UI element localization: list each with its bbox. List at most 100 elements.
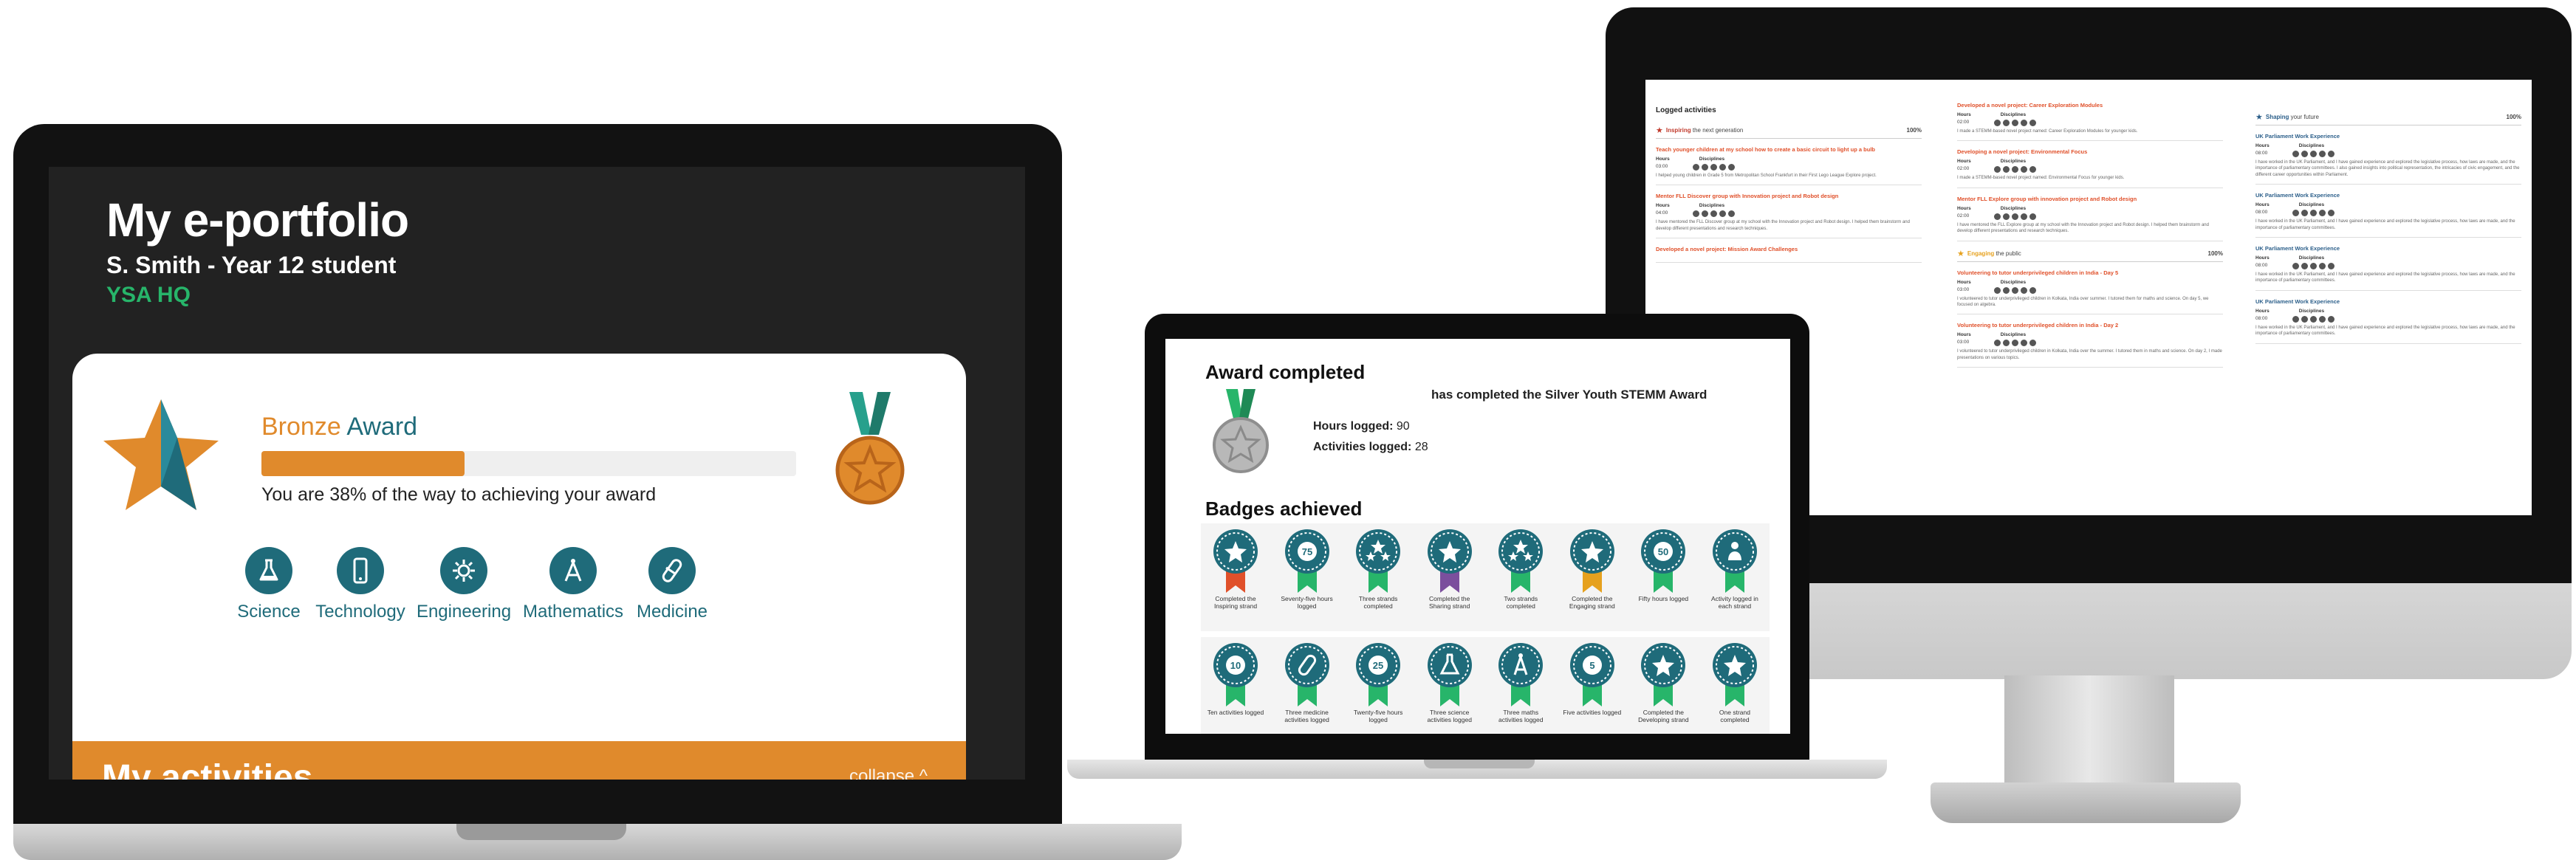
discipline-label: Technology: [315, 602, 405, 622]
badge: Three science activities logged: [1419, 640, 1480, 734]
logged-activity-item[interactable]: Teach younger children at my school how …: [1656, 143, 1922, 186]
discipline-icons: [1994, 166, 2037, 173]
badge-icon: [1641, 643, 1686, 706]
organisation-name: YSA HQ: [106, 283, 191, 307]
badge: Completed the Inspiring strand: [1205, 526, 1266, 628]
logged-activity-item[interactable]: Developed a novel project: Career Explor…: [1957, 99, 2223, 142]
badge: 50 Fifty hours logged: [1633, 526, 1693, 628]
my-activities-title: My activities: [102, 758, 313, 780]
discipline-mathematics[interactable]: Mathematics: [523, 547, 623, 622]
activity-hours: 03:00: [1656, 164, 1668, 169]
badge: 25 Twenty-five hours logged: [1348, 640, 1408, 734]
activity-meta-values: 03:00: [1656, 164, 1922, 171]
badge-caption: Completed the Developing strand: [1638, 709, 1689, 723]
hours-label: Hours: [1957, 112, 1971, 117]
activity-title: Teach younger children at my school how …: [1656, 146, 1875, 153]
large-laptop-notch: [456, 824, 626, 840]
activity-hours: 04:00: [1656, 210, 1668, 216]
activity-title: Mentor FLL Discover group with Innovatio…: [1656, 193, 1839, 200]
hours-label: Hours: [1656, 156, 1670, 162]
activity-description: I have worked in the UK Parliament, and …: [2255, 325, 2515, 337]
discipline-icons: [1693, 164, 1736, 171]
activity-meta-labels: Hours Disciplines: [2255, 309, 2521, 314]
badge: Completed the Engaging strand: [1562, 526, 1623, 628]
activity-meta-values: 03:00: [1957, 340, 2223, 347]
device-mockup-stage: Logged activities ★ Inspiring the next ge…: [0, 0, 2576, 860]
badge-caption: Three science activities logged: [1427, 709, 1472, 723]
badge-icon: [1712, 643, 1757, 706]
small-laptop: Award completed has completed the Silver…: [1067, 314, 1887, 786]
badge: 10 Ten activities logged: [1205, 640, 1266, 734]
award-progress-fill: [261, 451, 465, 476]
activity-description: I have worked in the UK Parliament, and …: [2255, 219, 2515, 230]
award-progress-text: You are 38% of the way to achieving your…: [261, 484, 657, 505]
badge-caption: Two strands completed: [1504, 595, 1538, 610]
discipline-icons: [1994, 340, 2037, 347]
page-title: My e-portfolio: [106, 193, 409, 247]
badges-row: Completed the Inspiring strand 75 Seventy-…: [1201, 523, 1770, 631]
activity-meta-labels: Hours Disciplines: [1656, 203, 1922, 208]
logged-activity-item[interactable]: UK Parliament Work Experience Hours Discip…: [2255, 242, 2521, 291]
logged-activity-item[interactable]: Volunteering to tutor underprivileged ch…: [1957, 319, 2223, 368]
strand-star-icon: ★: [1656, 126, 1663, 135]
logged-activity-item[interactable]: Mentor FLL Explore group with innovation…: [1957, 193, 2223, 241]
badge-icon: [1427, 529, 1472, 593]
award-level: Bronze: [261, 413, 341, 441]
disciplines-label: Disciplines: [2000, 279, 2027, 285]
discipline-technology[interactable]: Technology: [315, 547, 405, 622]
hours-label: Hours: [1656, 203, 1670, 209]
logged-column-engaging: Developed a novel project: Career Explor…: [1957, 99, 2223, 372]
discipline-science[interactable]: Science: [225, 547, 313, 622]
activity-meta-values: 08:00: [2255, 210, 2521, 217]
activity-description: I helped young children in Grade 5 from …: [1656, 173, 1877, 178]
hours-label: Hours: [1957, 159, 1971, 165]
silver-medal-icon: [1213, 389, 1269, 473]
discipline-medicine[interactable]: Medicine: [628, 547, 716, 622]
strand-header: ★ Inspiring the next generation 100%: [1656, 123, 1922, 139]
logged-activity-item[interactable]: Developing a novel project: Environmenta…: [1957, 145, 2223, 188]
svg-text:5: 5: [1589, 660, 1594, 671]
badge-icon: [1498, 643, 1544, 706]
activity-hours: 02:00: [1957, 166, 1970, 172]
discipline-engineering[interactable]: Engineering: [416, 547, 512, 622]
logged-activity-item[interactable]: UK Parliament Work Experience Hours Discip…: [2255, 130, 2521, 185]
activity-title: Volunteering to tutor underprivileged ch…: [1957, 322, 2119, 329]
badge-icon: [1213, 529, 1258, 593]
badge-caption: Completed the Inspiring strand: [1213, 595, 1258, 610]
badge-icon: 5: [1569, 643, 1614, 706]
hours-label: Hours: [2255, 143, 2270, 148]
activity-title: UK Parliament Work Experience: [2255, 244, 2340, 252]
svg-text:50: 50: [1658, 546, 1668, 557]
badges-grid: Completed the Inspiring strand 75 Seventy-…: [1201, 523, 1770, 734]
activity-description: I have mentored the FLL Discover group a…: [1656, 220, 1910, 231]
activity-meta-labels: Hours Disciplines: [1957, 159, 2223, 164]
badge-icon: 50: [1641, 529, 1686, 593]
badge-caption: One strand completed: [1719, 709, 1750, 723]
logged-activity-item[interactable]: Volunteering to tutor underprivileged ch…: [1957, 266, 2223, 315]
badge-caption: Ten activities logged: [1207, 709, 1264, 716]
activity-title: Developed a novel project: Mission Award…: [1656, 246, 1798, 253]
strand-name: Inspiring the next generation: [1665, 127, 1744, 134]
activity-meta-labels: Hours Disciplines: [2255, 143, 2521, 148]
eportfolio-screen: My e-portfolio S. Smith - Year 12 studen…: [49, 167, 1025, 780]
small-laptop-notch: [1424, 760, 1535, 768]
badge-icon: 25: [1356, 643, 1401, 706]
hours-label: Hours: [1957, 279, 1971, 285]
disciplines-label: Disciplines: [2000, 112, 2027, 117]
badge-icon: [1356, 529, 1401, 593]
badge-caption: Three strands completed: [1358, 595, 1398, 610]
activity-hours: 08:00: [2255, 315, 2268, 321]
logged-activity-item[interactable]: UK Parliament Work Experience Hours Discip…: [2255, 295, 2521, 344]
strand-name: Shaping your future: [2265, 114, 2319, 120]
badge: Three medicine activities logged: [1277, 640, 1337, 734]
strand-percent: 100%: [2207, 250, 2223, 257]
compass-icon: [549, 547, 597, 594]
activity-title: Developed a novel project: Career Explor…: [1957, 102, 2103, 109]
large-laptop: My e-portfolio S. Smith - Year 12 studen…: [13, 124, 1182, 860]
badge-icon: [1498, 529, 1544, 593]
logged-activity-item[interactable]: UK Parliament Work Experience Hours Discip…: [2255, 189, 2521, 238]
logged-activity-item[interactable]: Mentor FLL Discover group with Innovatio…: [1656, 190, 1922, 239]
discipline-label: Engineering: [416, 602, 512, 622]
logged-activity-item[interactable]: Developed a novel project: Mission Award…: [1656, 243, 1922, 264]
collapse-button[interactable]: collapse ^: [849, 766, 928, 780]
